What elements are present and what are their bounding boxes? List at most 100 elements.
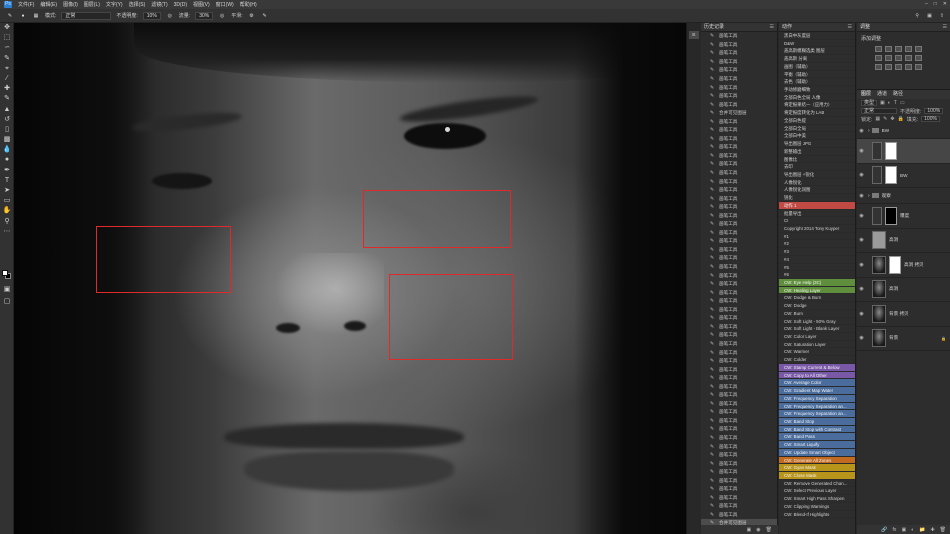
panel-menu-icon[interactable]: ☰ [943,23,947,31]
action-item[interactable]: 全部白中美 [779,132,855,141]
action-item[interactable]: CW: Frequency Separation an... [779,402,855,411]
menu-select[interactable]: 选择(S) [129,1,146,8]
search-icon[interactable]: ⚲ [915,13,919,19]
action-item[interactable]: CI [779,217,855,225]
action-item[interactable]: CW: Blend-If Highlights [779,511,855,519]
history-item[interactable]: ✎ 画笔工具 [701,152,777,161]
action-item[interactable]: 盖高斯模糊选类 图层 [779,47,855,56]
levels-icon[interactable] [885,46,892,52]
history-item[interactable]: ✎ 画笔工具 [701,340,777,349]
actions-panel-title[interactable]: 动作 [782,23,792,31]
menu-image[interactable]: 图像(I) [63,1,78,8]
history-item[interactable]: ✎ 画笔工具 [701,186,777,195]
history-item[interactable]: ✎ 画笔工具 [701,297,777,306]
lock-all-icon[interactable]: 🔒 [898,116,904,122]
chevron-right-icon[interactable]: › [868,128,870,134]
brightness-icon[interactable] [875,46,882,52]
layer-style-icon[interactable]: fx [893,527,897,533]
history-item[interactable]: ✎ 画笔工具 [701,194,777,203]
history-item[interactable]: ✎ 画笔工具 [701,306,777,315]
history-item[interactable]: ✎ 画笔工具 [701,177,777,186]
color-balance-icon[interactable] [885,55,892,61]
action-item[interactable]: CW: Healing Layer [779,286,855,295]
path-select-tool-icon[interactable]: ➤ [0,186,14,196]
history-item[interactable]: ✎ 画笔工具 [701,357,777,366]
history-item[interactable]: ✎ 画笔工具 [701,459,777,468]
link-layers-icon[interactable]: 🔗 [881,527,887,533]
action-item[interactable]: CW: Band Stop with Contrast [779,425,855,434]
layer-opacity-input[interactable]: 100% [924,108,944,114]
layer-mask-thumbnail[interactable] [889,255,901,274]
action-item[interactable]: 新整输出 [779,148,855,156]
action-item[interactable]: CW: Generate All Zones [779,456,855,465]
action-item[interactable]: 手动修磨细致 [779,86,855,94]
action-item[interactable]: CW: Gradient Map Water [779,387,855,395]
history-item[interactable]: ✎ 画笔工具 [701,408,777,417]
quick-select-tool-icon[interactable]: ✎ [0,54,14,64]
action-item[interactable]: CW: Soft Light - Blank Layer [779,325,855,334]
action-item[interactable]: #5 [779,264,855,272]
action-item[interactable]: CW: Smart Liquify [779,441,855,449]
action-item[interactable]: CW: Color Layer [779,333,855,341]
action-item[interactable]: 将定报果结一（应用力） [779,101,855,110]
history-item[interactable]: ✎ 画笔工具 [701,442,777,451]
history-item[interactable]: ✎ 画笔工具 [701,117,777,126]
layer-row[interactable]: ◉ 高洞 [857,229,950,253]
history-item[interactable]: ✎ 画笔工具 [701,468,777,477]
panel-menu-icon[interactable]: ☰ [770,23,774,31]
zoom-tool-icon[interactable]: ⚲ [0,217,14,227]
history-item[interactable]: ✎ 画笔工具 [701,451,777,460]
visibility-eye-icon[interactable]: ◉ [857,311,866,317]
delete-layer-icon[interactable]: 🗑 [940,527,946,533]
tab-paths[interactable]: 路径 [893,90,903,99]
menu-file[interactable]: 文件(F) [18,1,34,8]
action-item[interactable]: D&W [779,40,855,48]
chevron-right-icon[interactable]: › [868,193,870,199]
eyedropper-tool-icon[interactable]: ⁄ [0,74,14,84]
gradient-tool-icon[interactable]: ▩ [0,135,14,145]
history-item[interactable]: ✎ 画笔工具 [701,169,777,178]
lasso-tool-icon[interactable]: ∽ [0,43,14,53]
history-item[interactable]: ✎ 画笔工具 [701,476,777,485]
history-item[interactable]: ✎ 画笔工具 [701,288,777,297]
menu-layer[interactable]: 图层(L) [84,1,100,8]
crop-tool-icon[interactable]: ⌖ [0,64,14,74]
visibility-eye-icon[interactable]: ◉ [857,262,866,268]
menu-3d[interactable]: 3D(D) [174,2,187,8]
layer-thumbnail[interactable] [872,206,882,225]
history-item[interactable]: ✎ 画笔工具 [701,280,777,289]
menu-type[interactable]: 文字(Y) [106,1,123,8]
history-item[interactable]: ✎ 画笔工具 [701,331,777,340]
pressure-opacity-icon[interactable]: ◎ [166,12,174,20]
history-item[interactable]: ✎ 画笔工具 [701,229,777,238]
settings-gear-icon[interactable]: ⚙ [248,12,256,20]
history-item[interactable]: ✎ 画笔工具 [701,92,777,101]
visibility-eye-icon[interactable]: ◉ [857,237,866,243]
layer-thumbnail[interactable] [872,280,886,299]
action-item[interactable]: CW: Copy to All Other [779,371,855,380]
menu-help[interactable]: 帮助(H) [240,1,257,8]
visibility-eye-icon[interactable]: ◉ [857,128,866,134]
history-item[interactable]: ✎ 画笔工具 [701,83,777,92]
visibility-eye-icon[interactable]: ◉ [857,213,866,219]
new-document-from-state-icon[interactable]: ▣ [747,527,752,533]
eraser-tool-icon[interactable]: ▯ [0,125,14,135]
threshold-icon[interactable] [895,64,902,70]
marquee-tool-icon[interactable]: ⬚ [0,33,14,43]
action-item[interactable]: CW: Update Smart Object [779,448,855,457]
invert-icon[interactable] [875,64,882,70]
history-item[interactable]: ✎ 画笔工具 [701,246,777,255]
hand-tool-icon[interactable]: ✋ [0,206,14,216]
history-item[interactable]: ✎ 画笔工具 [701,75,777,84]
history-item[interactable]: ✎ 画笔工具 [701,100,777,109]
history-item[interactable]: ✎ 画笔工具 [701,220,777,229]
action-item[interactable]: CW: Dodge & Burn [779,294,855,303]
history-item[interactable]: ✎ 画笔工具 [701,323,777,332]
tab-channels[interactable]: 通道 [877,90,887,99]
action-item[interactable]: Copyright 2014 Tony Kuyper [779,225,855,233]
menu-filter[interactable]: 滤镜(T) [151,1,167,8]
vibrance-icon[interactable] [915,46,922,52]
add-mask-icon[interactable]: ▣ [901,527,906,533]
brush-preset-icon[interactable]: ● [19,12,27,20]
filter-type-icon[interactable]: T [894,100,897,106]
